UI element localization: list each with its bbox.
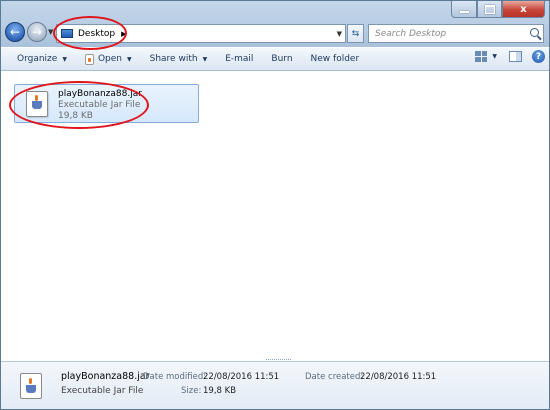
- minimize-button[interactable]: [451, 1, 477, 18]
- jar-file-icon: [20, 373, 42, 399]
- help-icon[interactable]: ?: [532, 50, 545, 63]
- chevron-down-icon: ▼: [202, 55, 208, 63]
- new-folder-button[interactable]: New folder: [306, 49, 365, 69]
- change-view-icon[interactable]: [475, 51, 488, 62]
- burn-button[interactable]: Burn: [266, 49, 297, 69]
- date-created-value: 22/08/2016 11:51: [360, 372, 437, 382]
- maximize-icon: [484, 4, 495, 14]
- search-input[interactable]: [373, 27, 525, 40]
- file-name: playBonanza88.jar: [58, 89, 142, 99]
- desktop-icon: [61, 29, 73, 38]
- window-controls: x: [451, 1, 545, 18]
- address-dropdown-icon[interactable]: ▼: [337, 30, 342, 38]
- open-button[interactable]: Open ▼: [80, 49, 137, 69]
- burn-label: Burn: [271, 54, 293, 64]
- file-item[interactable]: playBonanza88.jar Executable Jar File 19…: [14, 84, 199, 123]
- back-button[interactable]: ←: [5, 22, 25, 42]
- breadcrumb-chevron-icon[interactable]: ▶: [121, 30, 126, 38]
- resize-handle[interactable]: [266, 359, 291, 365]
- forward-button[interactable]: →: [27, 22, 47, 42]
- jar-file-icon: [26, 91, 48, 117]
- open-label: Open: [97, 54, 122, 64]
- address-bar[interactable]: Desktop ▶ ▼: [56, 24, 346, 43]
- forward-arrow-icon: →: [31, 25, 43, 39]
- java-icon: [84, 53, 94, 65]
- search-icon[interactable]: [530, 28, 539, 37]
- organize-button[interactable]: Organize ▼: [12, 49, 72, 69]
- back-arrow-icon: ←: [9, 25, 21, 39]
- size-label: Size:: [181, 386, 202, 396]
- details-file-type: Executable Jar File: [61, 386, 144, 396]
- details-file-name: playBonanza88.jar: [61, 371, 150, 382]
- close-icon: x: [520, 3, 527, 15]
- recent-pages-dropdown[interactable]: ▼: [48, 28, 56, 36]
- search-box[interactable]: [368, 24, 544, 43]
- share-with-button[interactable]: Share with ▼: [145, 49, 213, 69]
- size-value: 19,8 KB: [203, 386, 237, 396]
- chevron-down-icon[interactable]: ▼: [492, 53, 497, 60]
- toolbar-right: ▼ ?: [475, 50, 545, 63]
- file-size: 19,8 KB: [58, 111, 93, 121]
- navigation-buttons: ← → ▼: [5, 22, 56, 42]
- email-button[interactable]: E-mail: [220, 49, 258, 69]
- maximize-button[interactable]: [477, 1, 502, 18]
- new-folder-label: New folder: [310, 54, 360, 64]
- explorer-window: x ← → ▼ Desktop ▶ ▼ ⇆ Organize ▼ Open ▼ Sh…: [0, 0, 550, 410]
- file-type: Executable Jar File: [58, 100, 141, 110]
- close-button[interactable]: x: [502, 1, 545, 18]
- date-modified-label: Date modified:: [143, 372, 207, 382]
- share-with-label: Share with: [149, 54, 198, 64]
- email-label: E-mail: [225, 54, 254, 64]
- chevron-down-icon: ▼: [127, 55, 132, 63]
- details-pane: playBonanza88.jar Executable Jar File Da…: [1, 359, 549, 409]
- chevron-down-icon: ▼: [62, 55, 67, 63]
- refresh-icon: ⇆: [351, 28, 360, 39]
- preview-pane-icon[interactable]: [509, 51, 522, 62]
- minimize-icon: [459, 10, 469, 13]
- date-modified-value: 22/08/2016 11:51: [203, 372, 280, 382]
- window-chrome: x ← → ▼ Desktop ▶ ▼ ⇆: [1, 1, 549, 47]
- file-list-area[interactable]: playBonanza88.jar Executable Jar File 19…: [1, 71, 549, 361]
- organize-label: Organize: [17, 54, 58, 64]
- refresh-button[interactable]: ⇆: [347, 24, 364, 43]
- command-toolbar: Organize ▼ Open ▼ Share with ▼ E-mail Burn …: [1, 47, 549, 71]
- date-created-label: Date created:: [305, 372, 364, 382]
- address-location[interactable]: Desktop: [78, 29, 115, 39]
